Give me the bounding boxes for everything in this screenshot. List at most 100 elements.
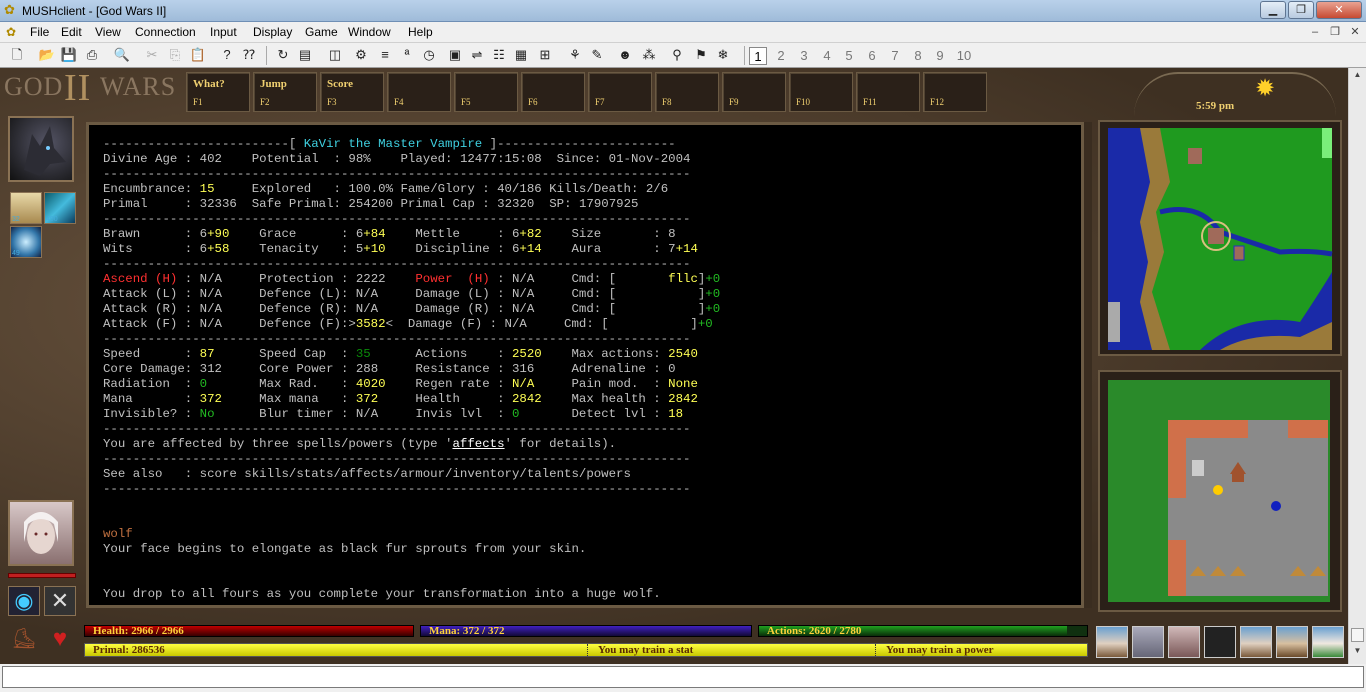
since-value: 01-Nov-2004: [608, 152, 691, 166]
water-spell-icon[interactable]: 490: [44, 192, 76, 224]
command-input[interactable]: [2, 666, 1364, 688]
menu-connection[interactable]: Connection: [135, 25, 196, 39]
frost-spell-icon[interactable]: 49: [10, 226, 42, 258]
grid-icon[interactable]: ⊞: [536, 46, 554, 64]
local-area-map[interactable]: [1098, 370, 1342, 612]
world-4-button[interactable]: 4: [818, 47, 836, 65]
scroll-thumb[interactable]: [1351, 628, 1364, 642]
trace-icon[interactable]: ⁂: [640, 46, 658, 64]
ghost-figure-icon[interactable]: [1132, 626, 1164, 658]
paste-icon[interactable]: 📋: [189, 46, 207, 64]
connect-icon[interactable]: ↻: [274, 46, 292, 64]
output-terminal[interactable]: -------------------------[ KaVir the Mas…: [86, 122, 1084, 608]
menu-display[interactable]: Display: [253, 25, 292, 39]
terminal-scrollbar[interactable]: [1084, 122, 1092, 608]
copy-icon[interactable]: ⎘: [166, 46, 184, 64]
menu-help[interactable]: Help: [408, 25, 433, 39]
status-primal: Primal: 286536: [93, 644, 165, 656]
fkey-key: F11: [863, 97, 877, 107]
maximize-button[interactable]: ❐: [1288, 1, 1314, 19]
fkey-button-f11[interactable]: F11: [856, 72, 920, 112]
mushclient-app-icon[interactable]: ✿: [4, 3, 18, 17]
table-icon[interactable]: ▦: [512, 46, 530, 64]
fkey-button-f6[interactable]: F6: [521, 72, 585, 112]
fkey-button-f5[interactable]: F5: [454, 72, 518, 112]
triggers-icon[interactable]: ⇌: [468, 46, 486, 64]
fkey-button-f12[interactable]: F12: [923, 72, 987, 112]
world-10-button[interactable]: 10: [953, 47, 975, 65]
help-icon[interactable]: ?: [218, 46, 236, 64]
world-9-button[interactable]: 9: [931, 47, 949, 65]
fkey-button-f10[interactable]: F10: [789, 72, 853, 112]
fkey-button-f4[interactable]: F4: [387, 72, 451, 112]
mdi-close-button[interactable]: ✕: [1346, 25, 1364, 40]
eye-icon[interactable]: ◉: [8, 586, 40, 616]
print-icon[interactable]: ⎙: [83, 46, 101, 64]
fkey-button-f2[interactable]: Jump F2: [253, 72, 317, 112]
menu-game[interactable]: Game: [305, 25, 338, 39]
mdi-restore-button[interactable]: ❐: [1326, 25, 1344, 40]
open-folder-icon[interactable]: 📂: [38, 46, 56, 64]
world-1-button[interactable]: 1: [749, 47, 767, 65]
macros-icon[interactable]: ☷: [490, 46, 508, 64]
heart-icon[interactable]: ♥: [44, 624, 76, 654]
world-5-button[interactable]: 5: [840, 47, 858, 65]
plugins-icon[interactable]: ⚘: [566, 46, 584, 64]
menu-input[interactable]: Input: [210, 25, 237, 39]
cottage-icon[interactable]: [1240, 626, 1272, 658]
overworld-map[interactable]: [1098, 120, 1342, 356]
world-2-button[interactable]: 2: [772, 47, 790, 65]
menu-window[interactable]: Window: [348, 25, 391, 39]
world-8-button[interactable]: 8: [909, 47, 927, 65]
fkey-button-f9[interactable]: F9: [722, 72, 786, 112]
fkey-button-f8[interactable]: F8: [655, 72, 719, 112]
affects-link[interactable]: affects: [452, 437, 504, 451]
fkey-button-f1[interactable]: What? F1: [186, 72, 250, 112]
alias-icon[interactable]: ª: [398, 46, 416, 64]
brawn-base: 6: [199, 227, 208, 241]
world-6-button[interactable]: 6: [863, 47, 881, 65]
world-config-icon[interactable]: ⚙: [352, 46, 370, 64]
house-room-icon[interactable]: [1096, 626, 1128, 658]
scripts-icon[interactable]: ✎: [588, 46, 606, 64]
scroll-down-arrow-icon[interactable]: ▼: [1351, 646, 1364, 659]
wolf-figure-icon[interactable]: [1204, 626, 1236, 658]
wolf-form-portrait[interactable]: [8, 116, 74, 182]
max-rad-value: 4020: [355, 377, 386, 391]
shop-icon[interactable]: [1276, 626, 1308, 658]
mdi-minimize-button[interactable]: –: [1306, 25, 1324, 40]
menu-file[interactable]: File: [30, 25, 49, 39]
world-7-button[interactable]: 7: [886, 47, 904, 65]
split-view-icon[interactable]: ◫: [326, 46, 344, 64]
fkey-button-f7[interactable]: F7: [588, 72, 652, 112]
boot-icon[interactable]: ⛸: [8, 624, 40, 654]
scroll-up-arrow-icon[interactable]: ▲: [1351, 70, 1364, 83]
cut-icon[interactable]: ✂: [143, 46, 161, 64]
menu-edit[interactable]: Edit: [61, 25, 82, 39]
timer-icon[interactable]: ◷: [420, 46, 438, 64]
find-icon[interactable]: ⚲: [668, 46, 686, 64]
print-preview-icon[interactable]: 🔍: [113, 46, 131, 64]
activity-icon[interactable]: ☻: [616, 46, 634, 64]
mdi-child-icon[interactable]: ✿: [6, 25, 16, 39]
lines-icon[interactable]: ≡: [376, 46, 394, 64]
mapper-icon[interactable]: ⚑: [692, 46, 710, 64]
save-icon[interactable]: 💾: [60, 46, 78, 64]
close-window-button[interactable]: ✕: [1316, 1, 1362, 19]
context-help-icon[interactable]: ⁇: [240, 46, 258, 64]
manor-icon[interactable]: [1312, 626, 1344, 658]
menu-view[interactable]: View: [95, 25, 121, 39]
minimize-button[interactable]: ▁: [1260, 1, 1286, 19]
output-window-icon[interactable]: ▣: [446, 46, 464, 64]
freeze-icon[interactable]: ❄: [714, 46, 732, 64]
new-world-icon[interactable]: 🗋: [8, 46, 26, 64]
scroll-map-icon[interactable]: 32: [10, 192, 42, 224]
window-scrollbar[interactable]: ▲ ▼: [1348, 68, 1366, 664]
notepad-icon[interactable]: ▤: [296, 46, 314, 64]
character-portrait[interactable]: [8, 500, 74, 566]
crossed-swords-icon[interactable]: ✕: [44, 586, 76, 616]
vampire-figure-icon[interactable]: [1168, 626, 1200, 658]
world-3-button[interactable]: 3: [795, 47, 813, 65]
fkey-button-f3[interactable]: Score F3: [320, 72, 384, 112]
fkey-key: F9: [729, 97, 739, 107]
